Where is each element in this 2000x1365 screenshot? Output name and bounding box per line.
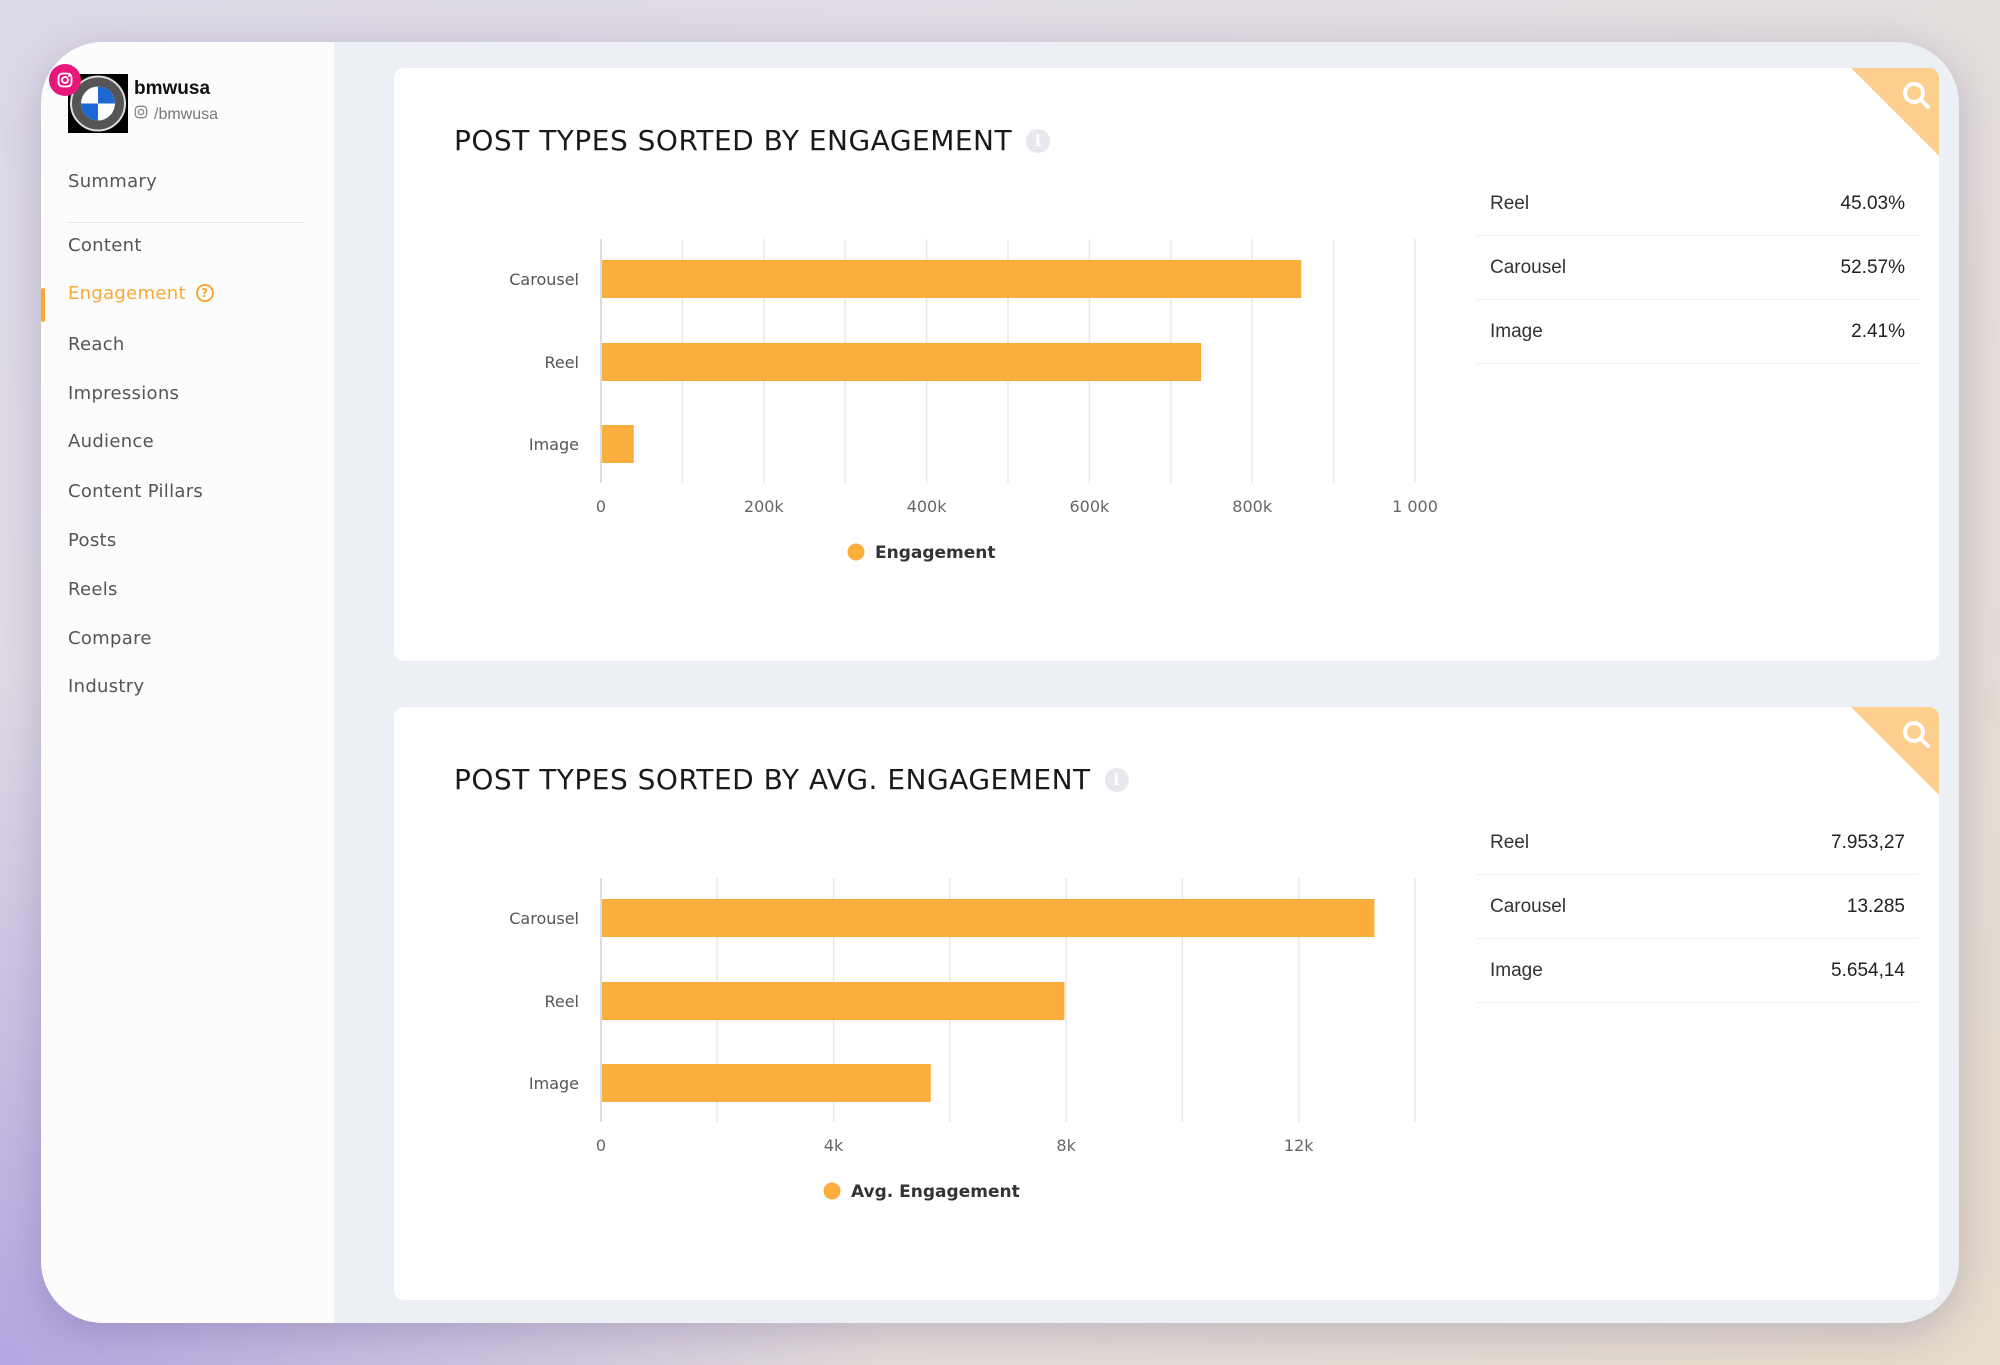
bar: [602, 343, 1202, 381]
bar: [602, 260, 1302, 298]
category-label: Reel: [544, 992, 579, 1011]
search-icon: [1903, 82, 1930, 109]
sidebar-item-reels[interactable]: Reels: [68, 579, 118, 600]
tick-label: 200k: [744, 497, 785, 516]
row-label: Carousel: [1490, 895, 1567, 917]
row-value: 7.953,27: [1831, 831, 1905, 853]
chart-card: POST TYPES SORTED BY ENGAGEMENT i Carousel…: [394, 68, 1939, 661]
legend-marker: [823, 1182, 841, 1200]
row-label: Reel: [1490, 831, 1530, 853]
category-label: Carousel: [509, 270, 579, 289]
table-row: Image 2.41%: [1476, 300, 1919, 364]
tick-label: 0: [596, 497, 606, 516]
category-label: Image: [529, 1074, 579, 1093]
sidebar-item-content[interactable]: Content: [68, 235, 142, 256]
table-row: Reel 7.953,27: [1476, 811, 1919, 875]
sidebar-item-label: Audience: [68, 431, 155, 452]
tick-label: 600k: [1069, 497, 1110, 516]
sidebar-item-content-pillars[interactable]: Content Pillars: [68, 481, 203, 502]
sidebar-item-label: Reels: [68, 579, 118, 600]
sidebar-item-impressions[interactable]: Impressions: [68, 383, 179, 404]
row-value: 52.57%: [1840, 256, 1905, 278]
bar: [602, 1064, 931, 1102]
sidebar-item-summary[interactable]: Summary: [68, 171, 157, 192]
zoom-button[interactable]: [1851, 707, 1939, 795]
row-label: Image: [1490, 959, 1543, 981]
row-value: 2.41%: [1851, 320, 1905, 342]
tick-label: 400k: [907, 497, 948, 516]
sidebar-item-label: Reach: [68, 334, 125, 355]
tick-label: 1 000: [1392, 497, 1438, 516]
row-value: 5.654,14: [1831, 959, 1905, 981]
tick-label: 800k: [1232, 497, 1273, 516]
category-label: Reel: [544, 353, 579, 372]
sidebar-item-label: Industry: [68, 676, 145, 697]
profile-name: bmwusa: [134, 78, 211, 99]
active-indicator: [41, 288, 45, 322]
sidebar-item-reach[interactable]: Reach: [68, 334, 125, 355]
tick-label: 0: [596, 1136, 606, 1155]
bar: [602, 425, 634, 463]
row-value: 45.03%: [1840, 192, 1905, 214]
table-row: Carousel 13.285: [1476, 875, 1919, 939]
row-label: Carousel: [1490, 256, 1567, 278]
sidebar-item-label: Impressions: [68, 383, 180, 404]
sidebar-item-engagement[interactable]: Engagement?: [68, 283, 214, 304]
sidebar-item-label: Content: [68, 235, 142, 256]
row-value: 13.285: [1846, 895, 1905, 917]
instagram-icon: [134, 105, 148, 124]
sidebar-item-label: Compare: [68, 628, 152, 649]
legend-marker: [847, 543, 865, 561]
app-window: bmwusa /bmwusa Summary Content Engagement?…: [41, 42, 1959, 1323]
row-label: Image: [1490, 320, 1543, 342]
row-label: Reel: [1490, 192, 1530, 214]
tick-label: 8k: [1056, 1136, 1076, 1155]
chart-card: POST TYPES SORTED BY AVG. ENGAGEMENT i Car…: [394, 707, 1939, 1300]
table-row: Reel 45.03%: [1476, 172, 1919, 236]
table-row: Carousel 52.57%: [1476, 236, 1919, 300]
category-label: Image: [529, 435, 579, 454]
sidebar-item-label: Engagement: [68, 283, 186, 304]
sidebar-item-compare[interactable]: Compare: [68, 628, 152, 649]
table-row: Image 5.654,14: [1476, 939, 1919, 1003]
search-icon: [1903, 721, 1930, 748]
bar: [602, 982, 1065, 1020]
sidebar: bmwusa /bmwusa Summary Content Engagement?…: [41, 42, 334, 1323]
divider: [68, 222, 305, 223]
sidebar-item-audience[interactable]: Audience: [68, 431, 154, 452]
sidebar-item-label: Content Pillars: [68, 481, 204, 502]
tick-label: 4k: [824, 1136, 844, 1155]
bar-chart: Carousel Reel Image 0 4k 8k 12k Avg. Engagement: [509, 878, 1416, 1202]
tick-label: 12k: [1284, 1136, 1314, 1155]
help-icon[interactable]: ?: [195, 284, 214, 302]
summary-table: Reel 45.03% Carousel 52.57% Image 2.41%: [1476, 172, 1919, 364]
summary-table: Reel 7.953,27 Carousel 13.285 Image 5.654,14: [1476, 811, 1919, 1003]
zoom-button[interactable]: [1851, 68, 1939, 156]
instagram-icon: [49, 64, 81, 96]
sidebar-item-label: Posts: [68, 530, 117, 551]
bar: [602, 899, 1375, 937]
legend-label[interactable]: Engagement: [875, 543, 996, 563]
bar-chart: Carousel Reel Image 0 200k 400k 600k 800k 1 000 E…: [509, 239, 1438, 563]
sidebar-item-label: Summary: [68, 171, 158, 192]
sidebar-item-posts[interactable]: Posts: [68, 530, 117, 551]
sidebar-item-industry[interactable]: Industry: [68, 676, 144, 697]
profile-handle: /bmwusa: [154, 105, 219, 123]
category-label: Carousel: [509, 909, 579, 928]
legend-label[interactable]: Avg. Engagement: [851, 1182, 1020, 1202]
